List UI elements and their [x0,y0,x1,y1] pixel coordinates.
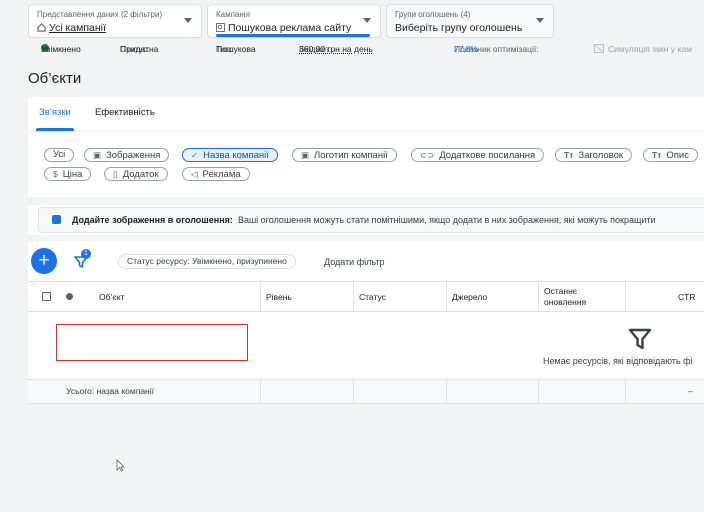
link-icon: ⊂⊃ [420,150,435,160]
simulation-link[interactable]: Симуляція змін у кам [594,44,692,54]
table-header: Об’єкт Рівень Статус Джерело Останнє оно… [28,281,704,312]
tab-performance[interactable]: Ефективність [95,107,155,118]
chip-all[interactable]: Усі [44,148,75,162]
image-icon: ▣ [93,150,102,160]
app-icon: ▯ [113,169,118,179]
image-recommendation-icon [52,215,61,224]
ad-group-value: Виберіть групу оголошень [395,22,523,34]
column-divider [625,282,626,312]
column-divider [353,282,354,312]
tab-links[interactable]: Зв’язки [39,107,71,118]
filter-count-badge: 1 [81,249,91,259]
column-divider [538,380,539,404]
column-divider [538,282,539,312]
tabs: Зв’язки Ефективність [28,97,704,131]
logo-icon: ▣ [301,150,310,160]
check-icon: ✓ [191,150,199,160]
chip-app[interactable]: ▯ Додаток [104,167,168,181]
chevron-down-icon [536,18,544,23]
select-all-checkbox[interactable] [42,292,51,301]
simulation-icon [594,44,604,53]
col-last-updated[interactable]: Останнє оновлення [544,282,604,312]
column-divider [446,282,447,312]
total-row: Усього: назва компанії – [28,379,704,404]
campaign-status-line: Увімкнено Статус: Придатна Тип: Пошукова… [41,44,692,54]
campaign-label: Кампанія [216,10,250,19]
selector-active-bar [216,34,370,37]
highlight-box [56,324,248,361]
banner-text: Додайте зображення в оголошення: Ваші ог… [72,215,656,225]
chip-images[interactable]: ▣ Зображення [84,148,170,162]
data-view-label: Представлення даних (2 фільтри) [37,10,163,19]
ad-group-selector[interactable]: Групи оголошень (4) Виберіть групу оголо… [386,4,554,38]
data-view-value: Усі кампанії [37,21,193,35]
recommendation-banner[interactable]: Додайте зображення в оголошення: Ваші ог… [38,207,704,233]
ad-group-label: Групи оголошень (4) [395,10,471,19]
column-divider [353,380,354,404]
status-dot-icon [66,293,73,300]
chip-price[interactable]: $ Ціна [44,167,92,181]
col-status[interactable]: Статус [359,282,386,312]
assets-card: Зв’язки Ефективність Усі ▣ Зображення ✓ На… [28,97,704,404]
column-divider [260,282,261,312]
page-title: Об’єкти [28,70,82,87]
promotion-icon: ◁ [191,169,198,179]
resource-status-filter-chip[interactable]: Статус ресурсу: Увімкнено, призупинено [118,254,296,269]
home-icon [37,23,46,32]
campaign-selector[interactable]: Кампанія Пошукова реклама сайту [207,4,381,38]
chip-sitelink[interactable]: ⊂⊃ Додаткове посилання [411,148,545,162]
headline-icon: Tт [564,150,574,160]
chip-business-logo[interactable]: ▣ Логотип компанії [292,148,397,162]
col-ctr[interactable]: CTR [678,282,695,312]
chip-description[interactable]: Tт Опис [643,148,698,162]
add-filter-button[interactable]: Додати фільтр [324,257,384,267]
separator [28,197,704,205]
col-level[interactable]: Рівень [266,282,292,312]
description-icon: Tт [652,150,662,160]
data-view-selector[interactable]: Представлення даних (2 фільтри) Усі камп… [28,4,202,38]
campaign-value: Пошукова реклама сайту [216,21,372,35]
search-campaign-icon [216,23,225,32]
add-asset-button[interactable]: + [31,248,57,274]
column-divider [625,380,626,404]
chevron-down-icon [363,18,371,23]
chip-business-name[interactable]: ✓ Назва компанії [182,148,278,162]
total-ctr: – [688,386,693,396]
filter-empty-icon [628,328,652,350]
col-asset[interactable]: Об’єкт [99,282,124,312]
column-divider [260,380,261,404]
asset-type-chips: Усі ▣ Зображення ✓ Назва компанії ▣ Логотип… [28,131,704,198]
chip-promotion[interactable]: ◁ Реклама [182,167,250,181]
total-label: Усього: назва компанії [66,386,154,396]
empty-state-row: Немає ресурсів, які відповідають фі [28,312,704,379]
mouse-cursor-icon [116,459,125,472]
price-icon: $ [53,169,58,179]
empty-message: Немає ресурсів, які відповідають фі [543,356,693,366]
separator [28,235,704,241]
chevron-down-icon [184,18,192,23]
col-source[interactable]: Джерело [452,282,487,312]
column-divider [446,380,447,404]
chip-headline[interactable]: Tт Заголовок [555,148,633,162]
